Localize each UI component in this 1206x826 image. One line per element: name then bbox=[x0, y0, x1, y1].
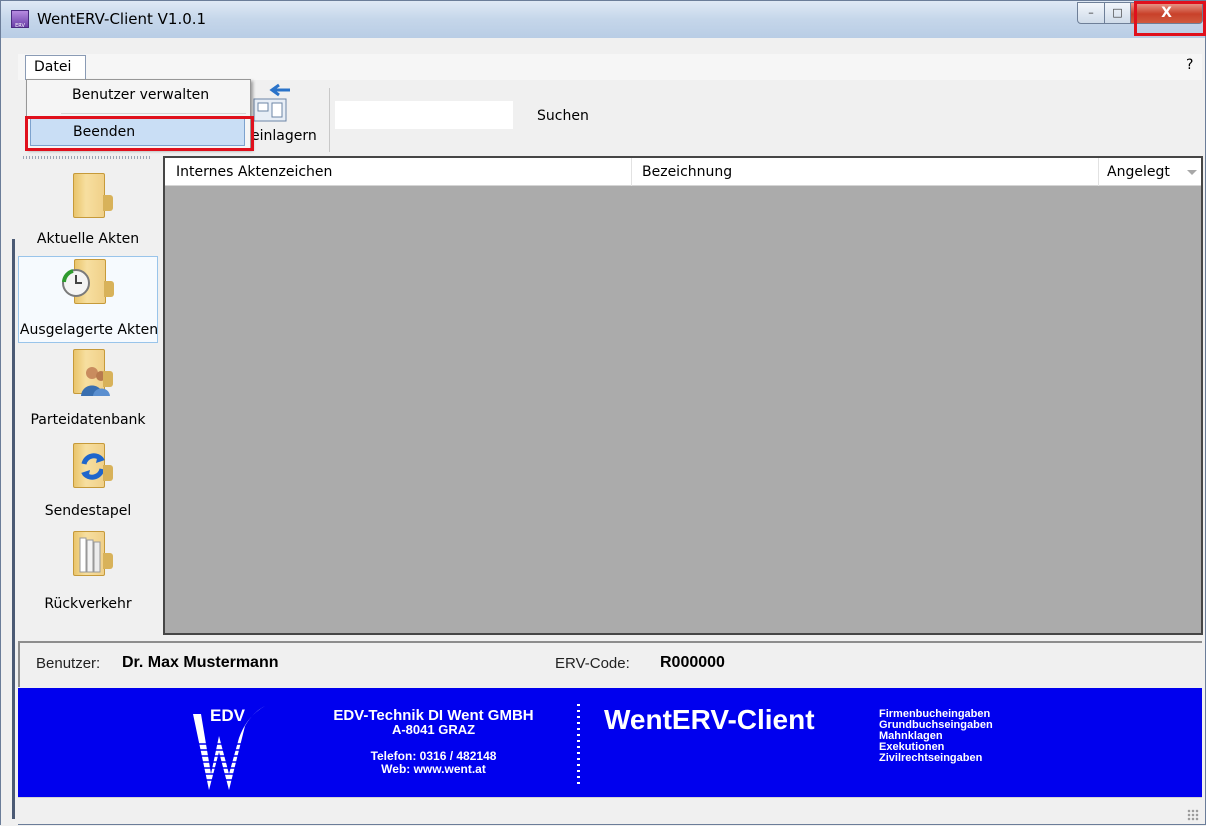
beenden-highlight-box bbox=[25, 116, 254, 151]
left-border-bar bbox=[12, 239, 15, 819]
folder-sync-icon bbox=[73, 443, 113, 488]
resize-grip-icon[interactable] bbox=[1187, 809, 1199, 821]
search-input[interactable] bbox=[335, 101, 513, 129]
sort-descending-icon bbox=[1187, 170, 1197, 175]
company-address: A-8041 GRAZ bbox=[391, 722, 476, 737]
column-header-angelegt[interactable]: Angelegt bbox=[1107, 164, 1170, 180]
status-bar bbox=[18, 797, 1202, 824]
service-item: Zivilrechtseingaben bbox=[879, 752, 983, 764]
menu-bar bbox=[18, 54, 1202, 80]
nav-item-label: Parteidatenbank bbox=[30, 412, 146, 428]
maximize-button[interactable]: □ bbox=[1104, 2, 1131, 24]
nav-item-aktuelle-akten[interactable]: Aktuelle Akten bbox=[18, 166, 158, 252]
folder-papers-icon bbox=[73, 531, 113, 576]
toolbar-separator bbox=[329, 88, 330, 152]
column-header-bezeichnung[interactable]: Bezeichnung bbox=[642, 164, 732, 180]
close-highlight-box bbox=[1134, 1, 1206, 36]
services-list: Firmenbucheingaben Grundbuchseingaben Ma… bbox=[879, 709, 993, 764]
erv-code-label: ERV-Code: bbox=[555, 655, 630, 672]
einlagern-icon[interactable] bbox=[252, 83, 292, 123]
nav-item-label: Ausgelagerte Akten bbox=[19, 322, 159, 338]
app-icon: ERV bbox=[11, 10, 29, 29]
nav-grip bbox=[23, 156, 151, 159]
title-bar[interactable]: ERV WentERV-Client V1.0.1 bbox=[1, 1, 1205, 38]
company-web: Web: www.went.at bbox=[381, 762, 486, 776]
help-menu[interactable]: ? bbox=[1186, 57, 1193, 73]
files-table[interactable] bbox=[163, 156, 1203, 635]
nav-item-parteidatenbank[interactable]: Parteidatenbank bbox=[18, 347, 158, 433]
menu-item-benutzer-verwalten[interactable]: Benutzer verwalten bbox=[72, 87, 209, 103]
menu-datei[interactable]: Datei bbox=[25, 55, 86, 80]
user-label: Benutzer: bbox=[36, 655, 101, 672]
user-name: Dr. Max Mustermann bbox=[122, 654, 279, 671]
nav-item-ausgelagerte-akten[interactable]: Ausgelagerte Akten bbox=[18, 256, 158, 343]
folder-clock-icon bbox=[62, 259, 114, 304]
folder-icon bbox=[73, 173, 113, 218]
einlagern-button-label[interactable]: einlagern bbox=[251, 128, 317, 144]
company-info: EDV-Technik DI Went GMBH A-8041 GRAZ Tel… bbox=[301, 708, 566, 776]
company-name: EDV-Technik DI Went GMBH bbox=[333, 707, 534, 724]
nav-item-label: Aktuelle Akten bbox=[36, 231, 140, 247]
minimize-button[interactable]: – bbox=[1077, 2, 1105, 24]
nav-item-label: Rückverkehr bbox=[44, 596, 132, 612]
banner-divider bbox=[577, 704, 580, 784]
app-window: ERV WentERV-Client V1.0.1 – □ X Datei ? … bbox=[0, 0, 1206, 826]
search-button[interactable]: Suchen bbox=[537, 108, 589, 124]
column-separator[interactable] bbox=[631, 158, 632, 186]
logo-text: EDV bbox=[210, 706, 245, 725]
column-header-aktenzeichen[interactable]: Internes Aktenzeichen bbox=[176, 164, 332, 180]
window-title: WentERV-Client V1.0.1 bbox=[37, 10, 207, 28]
nav-item-sendestapel[interactable]: Sendestapel bbox=[18, 441, 158, 527]
nav-item-rueckverkehr[interactable]: Rückverkehr bbox=[18, 531, 158, 617]
menu-separator bbox=[61, 113, 246, 114]
left-edge bbox=[1, 38, 18, 826]
erv-code-value: R000000 bbox=[660, 654, 725, 671]
brand-name: WentERV-Client bbox=[604, 704, 815, 735]
folder-person-icon bbox=[73, 349, 113, 396]
column-separator[interactable] bbox=[1098, 158, 1099, 186]
nav-item-label: Sendestapel bbox=[44, 503, 132, 519]
